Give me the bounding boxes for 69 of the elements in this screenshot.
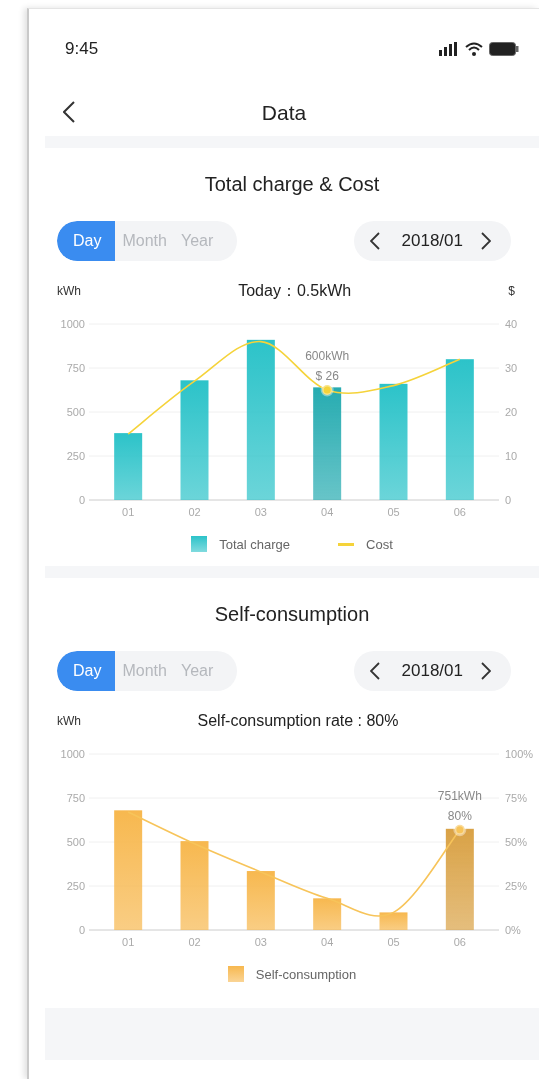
period-tab[interactable]: Day	[57, 651, 116, 691]
axis-tick-label: 0%	[505, 924, 521, 936]
axis-tick-label: 500	[66, 406, 85, 418]
axis-tick-label: 25%	[505, 880, 528, 892]
legend-label: Cost	[366, 536, 393, 552]
period-tab[interactable]: Month	[115, 221, 174, 261]
section-title: Self-consumption	[213, 601, 371, 627]
battery-icon	[489, 42, 519, 56]
legend-swatch	[191, 536, 208, 552]
axis-tick-label: 05	[387, 936, 400, 948]
axis-tick-label: 05	[387, 506, 400, 518]
axis-tick-label: 50%	[505, 836, 528, 848]
axis-tick-label: 06	[453, 936, 466, 948]
chevron-left-icon	[63, 101, 75, 123]
axis-tick-label: 04	[321, 936, 334, 948]
axis-unit-label: kWh	[57, 714, 81, 728]
date-label: 2018/01	[401, 661, 463, 681]
legend-label: Self-consumption	[255, 966, 357, 982]
axis-tick-label: 02	[188, 936, 201, 948]
axis-tick-label: 01	[122, 936, 135, 948]
highlight-point	[320, 383, 334, 397]
highlight-point	[453, 823, 467, 837]
axis-tick-label: 100%	[505, 748, 534, 760]
axis-tick-label: 01	[122, 506, 135, 518]
chart-summary: Today：0.5kWh	[238, 280, 352, 301]
chevron-right-icon	[481, 232, 491, 250]
section-title: Total charge & Cost	[203, 171, 381, 197]
axis-tick-label: 1000	[60, 748, 85, 760]
period-tab[interactable]: Day	[57, 221, 116, 261]
tooltip-label: 600kWh	[305, 349, 350, 363]
chevron-left-icon	[369, 232, 380, 250]
axis-tick-label: 0	[78, 494, 85, 506]
axis-tick-label: 04	[321, 506, 334, 518]
axis-tick-label: 0	[78, 924, 85, 936]
axis-tick-label: 75%	[505, 792, 528, 804]
page-title: Data	[261, 100, 307, 125]
axis-tick-label: 0	[505, 494, 512, 506]
tooltip-label: 751kWh	[437, 788, 482, 803]
chart-summary: Self-consumption rate : 80%	[197, 712, 399, 730]
period-tab[interactable]: Month	[115, 651, 174, 691]
axis-unit-label: $	[508, 284, 515, 298]
axis-tick-label: 250	[66, 880, 85, 892]
axis-tick-label: 750	[66, 792, 85, 804]
axis-tick-label: 20	[505, 406, 518, 418]
tooltip-label: $ 26	[315, 369, 339, 383]
date-label: 2018/01	[401, 231, 463, 251]
axis-tick-label: 02	[188, 506, 201, 518]
legend-label: Total charge	[219, 536, 291, 552]
axis-tick-label: 500	[66, 836, 85, 848]
axis-tick-label: 03	[254, 936, 267, 948]
period-tab[interactable]: Year	[173, 221, 221, 261]
signal-icon	[439, 42, 459, 56]
wifi-icon	[465, 42, 483, 56]
axis-tick-label: 1000	[60, 318, 85, 330]
legend-swatch	[227, 966, 244, 982]
legend-line-swatch	[338, 542, 355, 546]
axis-tick-label: 10	[505, 450, 518, 462]
axis-tick-label: 03	[254, 506, 267, 518]
chevron-right-icon	[481, 662, 491, 680]
axis-tick-label: 40	[505, 318, 518, 330]
axis-tick-label: 750	[66, 362, 85, 374]
chevron-left-icon	[369, 662, 380, 680]
axis-tick-label: 30	[505, 362, 518, 374]
period-tab[interactable]: Year	[173, 651, 221, 691]
axis-tick-label: 06	[453, 506, 466, 518]
axis-unit-label: kWh	[57, 284, 81, 298]
tooltip-label: 80%	[447, 808, 472, 823]
status-time: 9:45	[65, 39, 99, 59]
axis-tick-label: 250	[66, 450, 85, 462]
